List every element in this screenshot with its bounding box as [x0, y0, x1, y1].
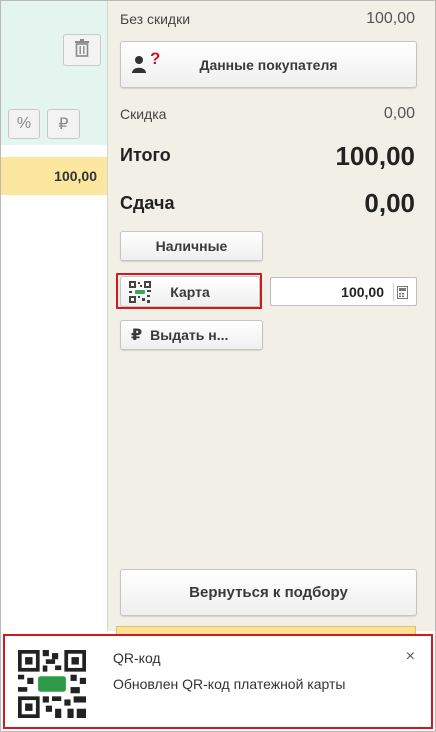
change-label: Сдача [120, 193, 175, 213]
discount-label: Скидка [120, 106, 167, 122]
line-amount: 100,00 [1, 157, 107, 195]
ruble-label: ₽ [58, 116, 69, 133]
give-change-button[interactable]: ₽ Выдать н... [120, 320, 263, 350]
no-discount-label: Без скидки [120, 11, 191, 27]
close-icon[interactable]: × [406, 648, 415, 666]
card-amount-value: 100,00 [341, 283, 384, 300]
buyer-button-label: Данные покупателя [199, 56, 338, 73]
payment-panel: Без скидки 100,00 ? Данные покупателя Ск… [107, 1, 435, 631]
buyer-question-mark: ? [150, 49, 161, 68]
buyer-icon: ? [131, 50, 160, 74]
no-discount-value: 100,00 [366, 10, 415, 27]
delete-button[interactable] [63, 34, 101, 66]
qr-notification: QR-код Обновлен QR-код платежной карты × [3, 634, 433, 729]
cash-button[interactable]: Наличные [120, 231, 263, 261]
card-amount-input[interactable]: 100,00 [270, 277, 417, 306]
discount-value: 0,00 [383, 105, 415, 122]
calculator-icon[interactable] [393, 283, 411, 301]
qr-code-icon [18, 650, 86, 723]
notification-message: Обновлен QR-код платежной карты [113, 676, 346, 692]
card-button-highlight [116, 273, 262, 309]
return-to-selection-button[interactable]: Вернуться к подбору [120, 569, 417, 616]
buyer-data-button[interactable]: ? Данные покупателя [120, 41, 417, 88]
percent-discount-button[interactable]: % [8, 109, 40, 139]
return-button-label: Вернуться к подбору [189, 584, 348, 601]
ruble-icon: ₽ [131, 327, 143, 344]
ruble-discount-button[interactable]: ₽ [47, 109, 80, 139]
give-change-label: Выдать н... [150, 327, 229, 343]
percent-label: % [16, 115, 32, 132]
left-tools-panel: % ₽ [1, 1, 107, 145]
change-value: 0,00 [364, 188, 415, 218]
cash-button-label: Наличные [155, 238, 228, 254]
trash-icon [74, 38, 90, 62]
total-label: Итого [120, 145, 171, 165]
total-value: 100,00 [335, 141, 415, 171]
notification-title: QR-код [113, 650, 161, 666]
